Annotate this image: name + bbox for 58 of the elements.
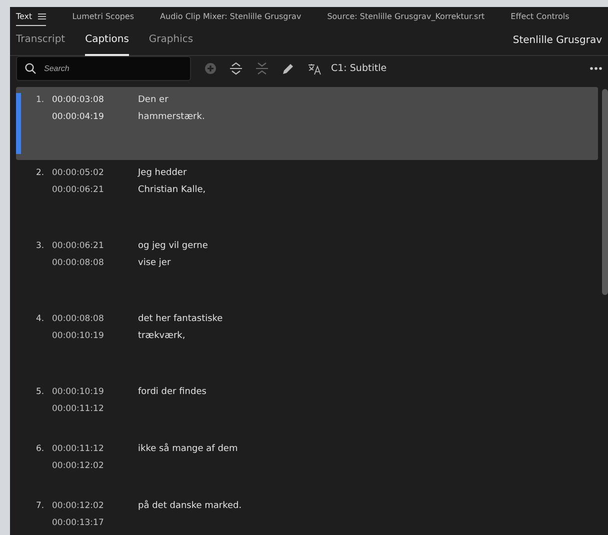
pencil-icon[interactable]	[282, 62, 294, 74]
track-label: C1: Subtitle	[331, 63, 387, 74]
collapse-icon[interactable]	[256, 62, 268, 75]
caption-number: 3.	[36, 240, 46, 253]
caption-text: fordi der findes	[138, 386, 206, 399]
menu-icon[interactable]	[38, 12, 46, 20]
start-time: 00:00:05:02	[52, 167, 105, 180]
tab[interactable]: Graphics	[148, 26, 194, 56]
end-time: 00:00:13:17	[52, 517, 105, 530]
caption-number: 6.	[36, 443, 46, 456]
caption-row[interactable]: 5. 00:00:10:19 00:00:11:12 fordi der findes	[16, 379, 598, 436]
caption-row[interactable]: 4. 00:00:08:08 00:00:10:19 det her fantastiske trækværk,	[16, 306, 598, 379]
search-field[interactable]: Search	[16, 56, 191, 81]
more-icon[interactable]	[590, 67, 602, 70]
caption-text: Christian Kalle,	[138, 184, 206, 197]
caption-text: ikke så mange af dem	[138, 442, 238, 456]
caption-text: Den er	[138, 94, 170, 107]
caption-number: 2.	[36, 167, 46, 180]
caption-number: 4.	[36, 313, 46, 326]
caption-row[interactable]: 2. 00:00:05:02 00:00:06:21 Jeg hedder Christian Kalle,	[16, 160, 598, 233]
caption-text: det her fantastiske	[138, 313, 223, 326]
start-time: 00:00:12:02	[52, 500, 105, 513]
search-icon	[25, 63, 36, 74]
caption-text: på det danske marked.	[138, 499, 242, 513]
start-time: 00:00:06:21	[52, 240, 105, 253]
panel-tab[interactable]: Lumetri Scopes	[72, 7, 134, 26]
panel-tab[interactable]: Text	[16, 7, 46, 26]
caption-number: 5.	[36, 386, 46, 399]
expand-icon[interactable]	[230, 62, 242, 75]
end-time: 00:00:10:19	[52, 330, 105, 343]
start-time: 00:00:11:12	[52, 443, 105, 456]
start-time: 00:00:08:08	[52, 313, 105, 326]
caption-text: og jeg vil gerne	[138, 240, 208, 253]
panel-tab[interactable]: Source: Stenlille Grusgrav_Korrektur.srt	[327, 7, 485, 26]
caption-row[interactable]: 3. 00:00:06:21 00:00:08:08 og jeg vil gerne vise jer	[16, 233, 598, 306]
caption-row[interactable]: 1. 00:00:03:08 00:00:04:19 Den er hammerstærk.	[16, 87, 598, 160]
caption-row[interactable]: 6. 00:00:11:12 00:00:12:02 ikke så mange af dem	[16, 436, 598, 493]
caption-text: hammerstærk.	[138, 111, 205, 124]
translate-icon[interactable]	[308, 62, 321, 74]
start-time: 00:00:10:19	[52, 386, 105, 399]
end-time: 00:00:11:12	[52, 403, 105, 416]
end-time: 00:00:04:19	[52, 111, 105, 124]
selection-marker	[16, 93, 21, 154]
end-time: 00:00:12:02	[52, 460, 105, 473]
panel-tab[interactable]: Audio Clip Mixer: Stenlille Grusgrav	[160, 7, 302, 26]
caption-number: 1.	[36, 94, 46, 107]
caption-row[interactable]: 7. 00:00:12:02 00:00:13:17 på det danske marked.	[16, 493, 598, 535]
caption-number: 7.	[36, 500, 46, 513]
sequence-name: Stenlille Grusgrav	[512, 35, 602, 46]
panel-tab[interactable]: Effect Controls	[510, 7, 570, 26]
scrollbar[interactable]	[602, 89, 608, 295]
end-time: 00:00:06:21	[52, 184, 105, 197]
caption-text: Jeg hedder	[138, 167, 188, 180]
caption-text: trækværk,	[138, 330, 186, 343]
caption-text: vise jer	[138, 257, 172, 270]
start-time: 00:00:03:08	[52, 94, 105, 107]
tab[interactable]: Transcript	[16, 26, 66, 56]
end-time: 00:00:08:08	[52, 257, 105, 270]
